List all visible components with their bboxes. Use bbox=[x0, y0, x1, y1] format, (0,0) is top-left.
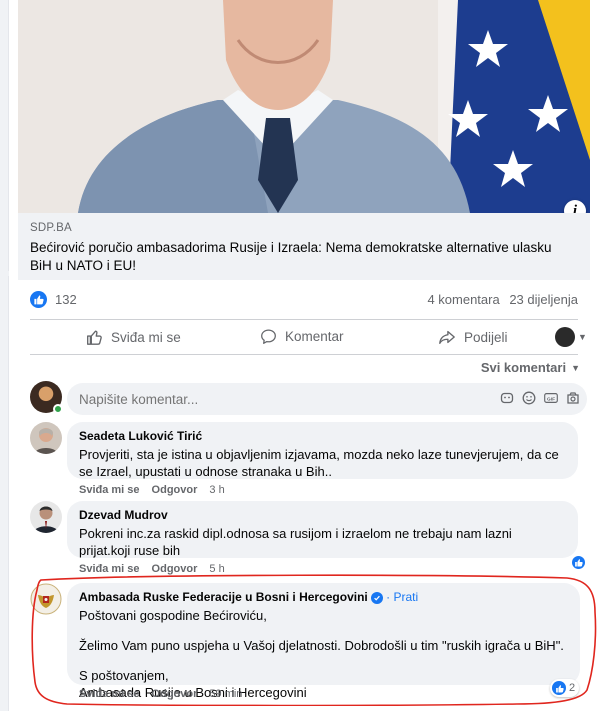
comment-actions: Sviđa mi se Odgovor 59 min bbox=[79, 688, 242, 700]
comment-reactions[interactable]: 2 bbox=[550, 679, 580, 697]
like-button-label: Sviđa mi se bbox=[111, 329, 181, 345]
sticker-icon[interactable] bbox=[500, 391, 514, 405]
verified-icon bbox=[370, 592, 383, 604]
comment-bubble: Dzevad Mudrov Pokreni inc.za raskid dipl… bbox=[67, 501, 578, 558]
comment-timestamp[interactable]: 3 h bbox=[209, 484, 224, 496]
reactions-summary: 132 4 komentara 23 dijeljenja bbox=[18, 288, 590, 310]
comments-count[interactable]: 4 komentara bbox=[427, 292, 499, 307]
online-status-dot bbox=[53, 404, 63, 414]
portrait-photo bbox=[18, 0, 590, 213]
comment-text: Pokreni inc.za raskid dipl.odnosa sa rus… bbox=[79, 526, 512, 558]
like-count[interactable]: 132 bbox=[55, 292, 77, 307]
comment-text: Provjeriti, sta je istina u objavljenim … bbox=[79, 447, 559, 479]
comment-author-name[interactable]: Ambasada Ruske Federacije u Bosni i Herc… bbox=[79, 590, 368, 604]
comment-actions: Sviđa mi se Odgovor 5 h bbox=[79, 563, 225, 575]
comment-like-button[interactable]: Sviđa mi se bbox=[79, 563, 140, 575]
link-source-domain: SDP.BA bbox=[30, 222, 72, 234]
comment-actions: Sviđa mi se Odgovor 3 h bbox=[79, 484, 225, 496]
comment-author[interactable]: Seadeta Luković Tirić bbox=[79, 429, 566, 443]
gif-icon[interactable]: GIF bbox=[544, 391, 558, 405]
reaction-identity-selector[interactable]: ▼ bbox=[555, 327, 587, 347]
avatar[interactable] bbox=[30, 583, 62, 615]
composer-tools: GIF bbox=[500, 391, 580, 405]
avatar bbox=[555, 327, 575, 347]
link-title[interactable]: Bećirović poručio ambasadorima Rusije i … bbox=[30, 239, 570, 275]
follow-button[interactable]: · Prati bbox=[386, 590, 418, 604]
comment-reply-button[interactable]: Odgovor bbox=[152, 688, 198, 700]
shares-count[interactable]: 23 dijeljenja bbox=[509, 292, 578, 307]
comment-icon bbox=[260, 328, 277, 345]
post-stats: 4 komentara 23 dijeljenja bbox=[421, 292, 578, 307]
like-icon bbox=[552, 681, 566, 695]
chevron-down-icon: ▼ bbox=[571, 362, 580, 373]
avatar[interactable] bbox=[30, 501, 62, 533]
like-icon[interactable] bbox=[30, 290, 47, 308]
comment-button[interactable]: Komentar bbox=[260, 328, 344, 345]
feed-background-strip bbox=[0, 0, 9, 711]
comment-reply-button[interactable]: Odgovor bbox=[152, 484, 198, 496]
comment-sort-dropdown[interactable]: Svi komentari ▼ bbox=[481, 360, 580, 375]
comment-button-label: Komentar bbox=[285, 329, 344, 344]
camera-icon[interactable] bbox=[566, 391, 580, 405]
link-preview-image[interactable] bbox=[18, 0, 590, 213]
share-button[interactable]: Podijeli bbox=[438, 328, 508, 346]
like-icon[interactable] bbox=[570, 554, 587, 571]
share-icon bbox=[438, 328, 456, 346]
comment-like-button[interactable]: Sviđa mi se bbox=[79, 484, 140, 496]
comment-reaction-count: 2 bbox=[569, 682, 576, 694]
previous-card-edge bbox=[0, 0, 9, 271]
previous-card-edge-lower bbox=[0, 276, 9, 711]
post-action-bar: Sviđa mi se Komentar Podijeli ▼ bbox=[30, 319, 587, 355]
comment-composer: GIF bbox=[30, 381, 590, 419]
comment-bubble: Seadeta Luković Tirić Provjeriti, sta je… bbox=[67, 422, 578, 479]
thumbs-up-outline-icon bbox=[85, 328, 103, 346]
post-card: i SDP.BA Bećirović poručio ambasadorima … bbox=[18, 0, 590, 711]
comment-text-body: Želimo Vam puno uspjeha u Vašoj djelatno… bbox=[79, 638, 564, 653]
comment-bubble: Ambasada Ruske Federacije u Bosni i Herc… bbox=[67, 583, 580, 700]
comment-text-greeting: Poštovani gospodine Bećiroviću, bbox=[79, 608, 267, 623]
chevron-down-icon: ▼ bbox=[578, 332, 587, 342]
emoji-icon[interactable] bbox=[522, 391, 536, 405]
svg-text:GIF: GIF bbox=[547, 396, 555, 402]
link-preview-caption[interactable]: SDP.BA Bećirović poručio ambasadorima Ru… bbox=[18, 213, 590, 280]
comment-closing-line: S poštovanjem, bbox=[79, 668, 169, 683]
avatar[interactable] bbox=[30, 422, 62, 454]
comment-timestamp[interactable]: 5 h bbox=[209, 563, 224, 575]
comment-sort-label: Svi komentari bbox=[480, 360, 567, 375]
comment-author: Ambasada Ruske Federacije u Bosni i Herc… bbox=[79, 590, 568, 604]
like-button[interactable]: Sviđa mi se bbox=[85, 328, 181, 346]
share-button-label: Podijeli bbox=[464, 329, 508, 345]
comment-author[interactable]: Dzevad Mudrov bbox=[79, 508, 566, 522]
comment-timestamp[interactable]: 59 min bbox=[209, 688, 242, 700]
comment-reply-button[interactable]: Odgovor bbox=[152, 563, 198, 575]
comment-like-button[interactable]: Sviđa mi se bbox=[79, 688, 140, 700]
